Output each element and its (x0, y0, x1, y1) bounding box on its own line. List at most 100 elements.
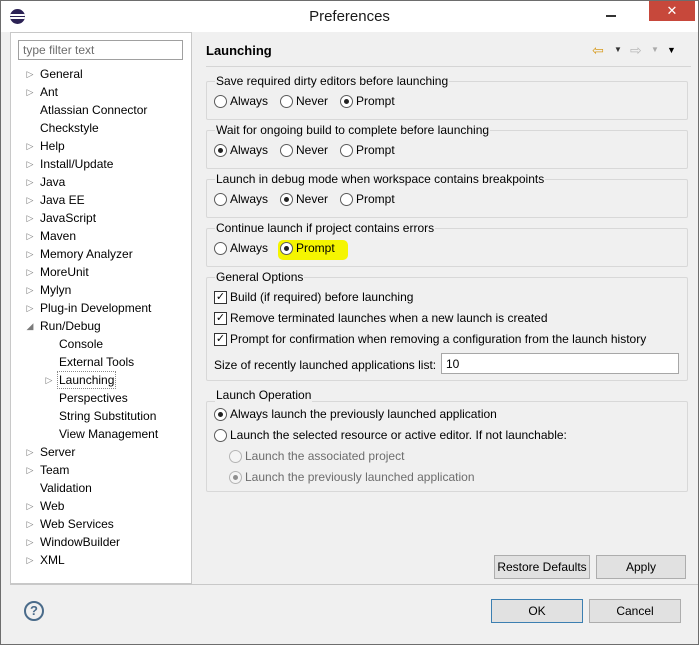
radio-label: Always (230, 94, 269, 108)
expand-arrow-icon[interactable]: ▷ (25, 65, 35, 83)
tree-item-label: Help (40, 139, 65, 153)
tree-item-server[interactable]: ▷ Server (11, 443, 191, 461)
radio-indicator (340, 95, 353, 108)
expand-arrow-icon[interactable]: ▷ (25, 173, 35, 191)
history-size-input[interactable] (441, 353, 679, 374)
expand-arrow-icon (44, 407, 54, 425)
expand-arrow-icon[interactable]: ▷ (25, 209, 35, 227)
expand-arrow-icon[interactable]: ▷ (25, 461, 35, 479)
expand-arrow-icon[interactable]: ▷ (25, 299, 35, 317)
tree-item-perspectives[interactable]: Perspectives (11, 389, 191, 407)
history-size-label: Size of recently launched applications l… (214, 358, 437, 372)
tree-item-launching[interactable]: ▷ Launching (11, 371, 191, 389)
tree-item-label: Atlassian Connector (40, 103, 148, 117)
tree-item-web-services[interactable]: ▷ Web Services (11, 515, 191, 533)
tree-item-xml[interactable]: ▷ XML (11, 551, 191, 569)
tree-item-label: Validation (40, 481, 92, 495)
forward-arrow-icon: ⇨ (630, 42, 642, 58)
general-options-group-title: General Options (215, 270, 305, 284)
filter-input[interactable] (18, 40, 183, 60)
radio-label: Launch the associated project (245, 449, 405, 463)
restore-defaults-button[interactable]: Restore Defaults (494, 555, 590, 579)
tree-item-external-tools[interactable]: External Tools (11, 353, 191, 371)
tree-item-windowbuilder[interactable]: ▷ WindowBuilder (11, 533, 191, 551)
minimize-button[interactable] (598, 1, 624, 32)
radio-indicator (280, 193, 293, 206)
tree-item-help[interactable]: ▷ Help (11, 137, 191, 155)
view-menu-icon[interactable]: ▼ (667, 42, 681, 58)
tree-item-web[interactable]: ▷ Web (11, 497, 191, 515)
expand-arrow-icon (25, 119, 35, 137)
tree-item-label: Java EE (40, 193, 85, 207)
expand-arrow-icon[interactable]: ▷ (25, 191, 35, 209)
radio-indicator (280, 144, 293, 157)
expand-arrow-icon[interactable]: ▷ (25, 83, 35, 101)
tree-item-checkstyle[interactable]: Checkstyle (11, 119, 191, 137)
check-icon: ✓ (214, 291, 227, 304)
expand-arrow-icon (44, 335, 54, 353)
tree-item-ant[interactable]: ▷ Ant (11, 83, 191, 101)
tree-item-validation[interactable]: Validation (11, 479, 191, 497)
radio-indicator (214, 408, 227, 421)
tree-item-label: XML (40, 553, 65, 567)
expand-arrow-icon[interactable]: ▷ (25, 137, 35, 155)
preferences-window: Preferences ✕ ▷ General ▷ Ant Atlassian Conn… (0, 0, 699, 645)
help-icon[interactable]: ? (24, 601, 44, 621)
cancel-button[interactable]: Cancel (589, 599, 681, 623)
radio-indicator (340, 193, 353, 206)
tree-item-plug-in-development[interactable]: ▷ Plug-in Development (11, 299, 191, 317)
collapse-arrow-icon[interactable]: ◢ (25, 317, 35, 335)
expand-arrow-icon[interactable]: ▷ (25, 281, 35, 299)
expand-arrow-icon[interactable]: ▷ (25, 515, 35, 533)
expand-arrow-icon (44, 389, 54, 407)
tree-item-label: Console (59, 337, 104, 351)
tree-item-java-ee[interactable]: ▷ Java EE (11, 191, 191, 209)
check-icon: ✓ (214, 312, 227, 325)
expand-arrow-icon[interactable]: ▷ (25, 227, 35, 245)
back-dropdown-icon[interactable]: ▼ (614, 42, 624, 58)
wait-build-group-title: Wait for ongoing build to complete befor… (215, 123, 491, 137)
tree-item-team[interactable]: ▷ Team (11, 461, 191, 479)
ok-button[interactable]: OK (491, 599, 583, 623)
tree-item-maven[interactable]: ▷ Maven (11, 227, 191, 245)
close-button[interactable]: ✕ (649, 1, 695, 21)
radio-indicator (280, 242, 293, 255)
tree-item-label: Web Services (40, 517, 114, 531)
expand-arrow-icon[interactable]: ▷ (25, 155, 35, 173)
tree-item-general[interactable]: ▷ General (11, 65, 191, 83)
tree-item-moreunit[interactable]: ▷ MoreUnit (11, 263, 191, 281)
radio-label: Prompt (356, 192, 395, 206)
radio-indicator (214, 242, 227, 255)
tree-item-label: Perspectives (59, 391, 128, 405)
expand-arrow-icon[interactable]: ▷ (44, 371, 54, 389)
forward-dropdown-icon: ▼ (651, 45, 659, 54)
check-icon: ✓ (214, 333, 227, 346)
tree-item-console[interactable]: Console (11, 335, 191, 353)
expand-arrow-icon[interactable]: ▷ (25, 263, 35, 281)
radio-label: Always (230, 192, 269, 206)
tree-item-run-debug[interactable]: ◢ Run/Debug (11, 317, 191, 335)
expand-arrow-icon[interactable]: ▷ (25, 551, 35, 569)
debug-mode-group-title: Launch in debug mode when workspace cont… (215, 172, 546, 186)
apply-button[interactable]: Apply (596, 555, 686, 579)
tree-item-string-substitution[interactable]: String Substitution (11, 407, 191, 425)
tree-item-memory-analyzer[interactable]: ▷ Memory Analyzer (11, 245, 191, 263)
back-arrow-icon[interactable]: ⇦ (592, 42, 610, 58)
tree-item-label: Ant (40, 85, 59, 99)
tree-item-install-update[interactable]: ▷ Install/Update (11, 155, 191, 173)
tree-item-java[interactable]: ▷ Java (11, 173, 191, 191)
expand-arrow-icon[interactable]: ▷ (25, 443, 35, 461)
tree-item-label: WindowBuilder (40, 535, 121, 549)
tree-item-mylyn[interactable]: ▷ Mylyn (11, 281, 191, 299)
tree-item-label: Memory Analyzer (40, 247, 133, 261)
expand-arrow-icon[interactable]: ▷ (25, 245, 35, 263)
tree-item-javascript[interactable]: ▷ JavaScript (11, 209, 191, 227)
tree-item-view-management[interactable]: View Management (11, 425, 191, 443)
radio-indicator (340, 144, 353, 157)
tree-item-atlassian-connector[interactable]: Atlassian Connector (11, 101, 191, 119)
tree-item-label: General (40, 67, 83, 81)
expand-arrow-icon[interactable]: ▷ (25, 533, 35, 551)
launch-operation-group-title: Launch Operation (215, 388, 313, 402)
expand-arrow-icon[interactable]: ▷ (25, 497, 35, 515)
radio-label: Prompt (356, 94, 395, 108)
